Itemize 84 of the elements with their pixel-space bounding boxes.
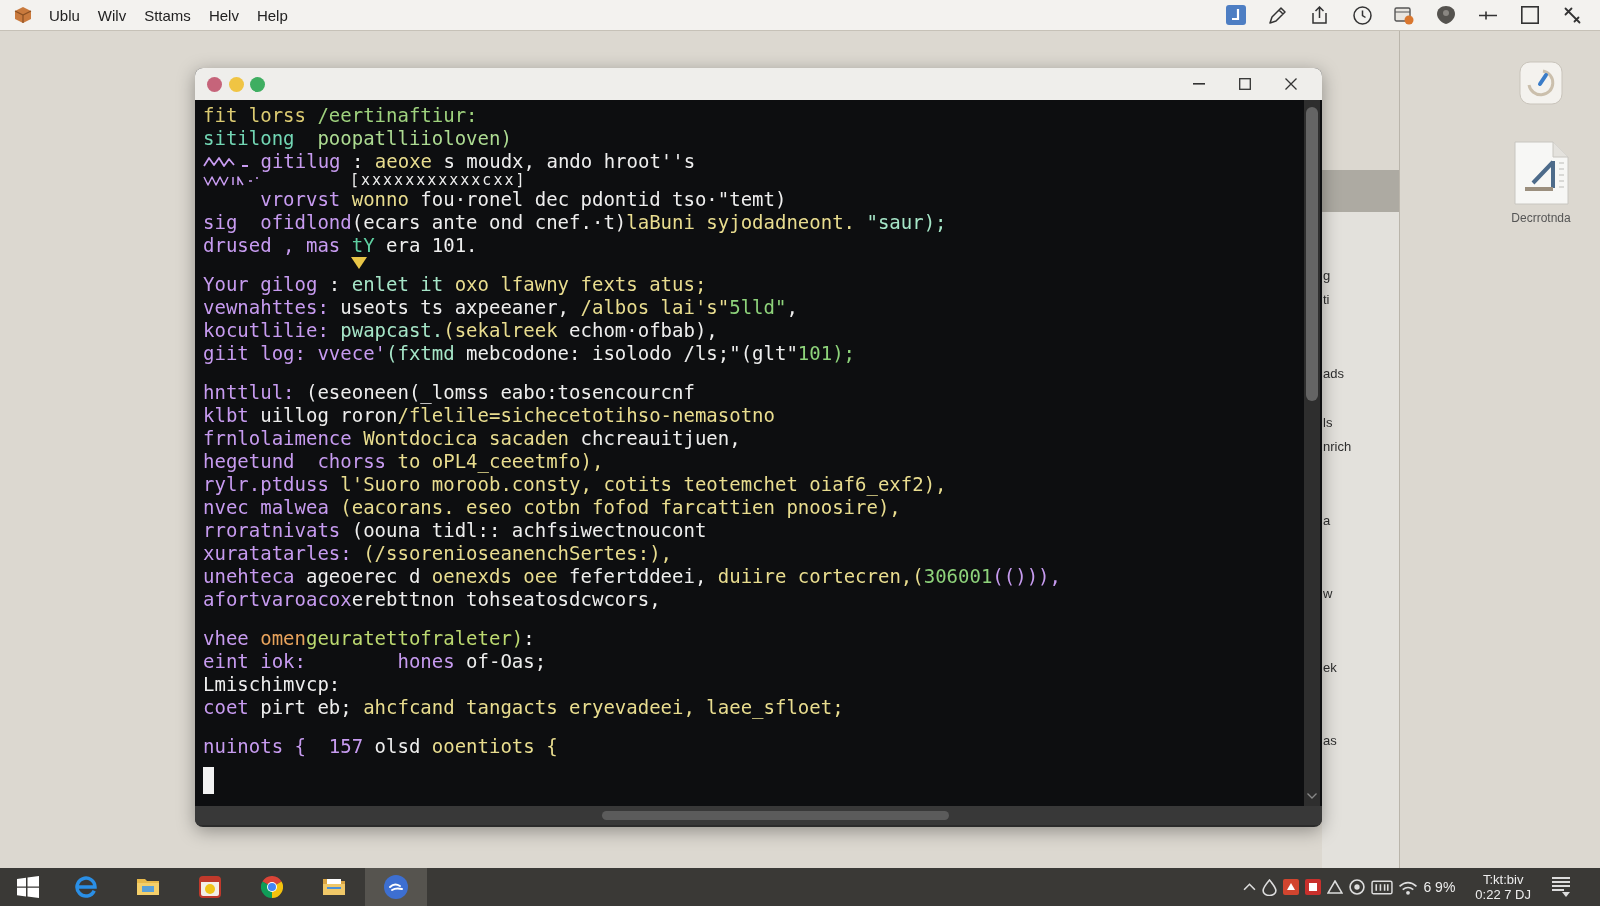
down-triangle-icon <box>351 257 367 269</box>
terminal-line: xuratatarles: (/ssorenioseanenchSertes:), <box>203 542 672 565</box>
window-dot-icon[interactable] <box>207 76 222 92</box>
list-label: w <box>1323 586 1333 602</box>
terminal-line: Lmischimvcp: <box>203 673 341 696</box>
four-panes-icon <box>16 876 39 898</box>
menu-item[interactable]: Helv <box>208 6 239 24</box>
box-icon[interactable] <box>14 6 32 24</box>
terminal-line: drused , mas tY era 101. <box>203 234 478 257</box>
terminal-line: vewnahttes: useots ts axpeeaner, /albos lai's"5lld", <box>203 296 798 319</box>
list-label: ls <box>1323 414 1333 430</box>
terminal-line: afortvaroacoxerebttnon tohseatosdcwcors, <box>203 588 661 611</box>
chevron-down-icon[interactable] <box>1307 793 1317 799</box>
folder-icon <box>136 878 160 896</box>
battery-icon[interactable] <box>1371 879 1394 895</box>
terminal-line: vhee omengeuratettofraleter): <box>203 627 535 650</box>
wifi-icon[interactable] <box>1399 879 1418 895</box>
terminal-line: hnttlul: (eseoneen(_lomss eabo:tosencourcnf <box>203 381 695 404</box>
list-label: ti <box>1323 292 1330 308</box>
app-tile-icon[interactable] <box>1226 5 1246 25</box>
status-text: 6 9% <box>1423 879 1456 895</box>
clock-text[interactable]: T:kt:biv <box>1482 872 1524 887</box>
list-label: ads <box>1323 365 1344 381</box>
drop-icon[interactable] <box>1262 878 1278 896</box>
crossed-lines-icon[interactable] <box>1563 6 1581 24</box>
desktop-shortcut[interactable]: Decrrotnda <box>1511 141 1571 225</box>
list-label: nrich <box>1323 439 1352 455</box>
terminal-line: giit log: vvece'(fxtmd mebcodone: isolodo /ls;"(glt"101); <box>203 342 856 365</box>
terminal-line: nuinots { 157 olsd ooentiots { <box>203 735 558 758</box>
pin-icon[interactable] <box>1437 6 1455 24</box>
terminal-line: vrorvst wonno fou·ronel dec pdontid tso·"temt) <box>259 188 787 211</box>
target-icon[interactable] <box>1349 879 1366 895</box>
square-icon[interactable] <box>1521 6 1539 24</box>
minimize-icon[interactable] <box>1193 83 1205 85</box>
notification-icon[interactable] <box>1551 876 1571 898</box>
terminal-line: kocutlilie: pwapcast.(sekalreek echom·ofbab), <box>203 319 718 342</box>
list-label: ek <box>1323 659 1337 675</box>
swirl-app-icon <box>384 875 408 899</box>
menu-item[interactable]: Wilv <box>97 6 127 24</box>
terminal-line: hegetund chorss to oPL4_ceeetmfo), <box>203 450 604 473</box>
window-dot-icon[interactable] <box>250 76 265 92</box>
terminal-line: sig ofidlond(ecars ante ond cnef.·t)laBuni syjodadneont. "saur); <box>203 211 947 234</box>
maximize-icon[interactable] <box>1239 78 1251 90</box>
file-folder-icon <box>322 878 346 896</box>
squiggle-icon <box>203 174 259 187</box>
segmented-circle-icon <box>261 876 283 898</box>
document-icon <box>1513 141 1569 205</box>
terminal-line: eint iok: hones of-Oas; <box>203 650 547 673</box>
menu-item[interactable]: Sttams <box>144 6 191 24</box>
terminal-line: klbt uillog roron/flelile=sichecetotihso-nemasotno <box>203 404 775 427</box>
calendar-icon <box>199 876 221 898</box>
scrollbar-thumb[interactable] <box>1306 107 1318 401</box>
scrollbar-thumb[interactable] <box>602 811 949 820</box>
terminal-line: rylr.ptduss l'Suoro moroob.consty, cotits teotemchet oiaf6_exf2), <box>203 473 947 496</box>
browser-icon <box>75 876 97 898</box>
app-tile-icon[interactable] <box>1305 879 1322 895</box>
clock-icon[interactable] <box>1352 5 1372 25</box>
slider-icon[interactable] <box>1478 10 1498 20</box>
list-label: g <box>1323 267 1331 283</box>
squiggle-icon <box>203 155 249 168</box>
terminal-line: fit lorss /eertinaftiur: <box>203 104 478 127</box>
terminal-line: frnlolaimence Wontdocica sacaden chcreauitjuen, <box>203 427 741 450</box>
pen-icon[interactable] <box>1269 6 1287 24</box>
terminal-line: Your gilog : enlet it oxo lfawny fexts atus; <box>203 273 707 296</box>
list-label: a <box>1323 512 1331 528</box>
gauge-icon[interactable] <box>1519 61 1563 105</box>
menu-item[interactable]: Ublu <box>49 6 80 24</box>
terminal-line: [xxxxxxxxxxxcxx] <box>350 173 527 188</box>
terminal-line: rroratnivats (oouna tidl:: achfsiwectnoucont <box>203 519 707 542</box>
terminal-line: gitilug : aeoxe s moudx, ando hroot''s <box>259 150 696 173</box>
terminal-line: unehteca ageoerec d oenexds oee fefertddeei, duiire cortecren,(306001(())), <box>203 565 1061 588</box>
terminal-line: coet pirt eb; ahcfcand tangacts eryevadeei, laee_sfloet; <box>203 696 844 719</box>
menu-item[interactable]: Help <box>256 6 288 24</box>
close-icon[interactable] <box>1285 78 1297 90</box>
share-icon[interactable] <box>1312 6 1328 24</box>
list-label: as <box>1323 733 1337 749</box>
clock-text[interactable]: 0:22 7 DJ <box>1475 887 1531 902</box>
window-badge-icon[interactable] <box>1394 5 1414 25</box>
terminal-line: sitilong poopatlliioloven) <box>203 127 512 150</box>
app-tile-icon[interactable] <box>1283 879 1300 895</box>
chevron-up-icon[interactable] <box>1243 883 1257 891</box>
window-dot-icon[interactable] <box>228 76 244 92</box>
triangle-icon[interactable] <box>1327 880 1344 894</box>
terminal-line: nvec malwea (eacorans. eseo cotbn fofod farcattien pnoosire), <box>203 496 901 519</box>
